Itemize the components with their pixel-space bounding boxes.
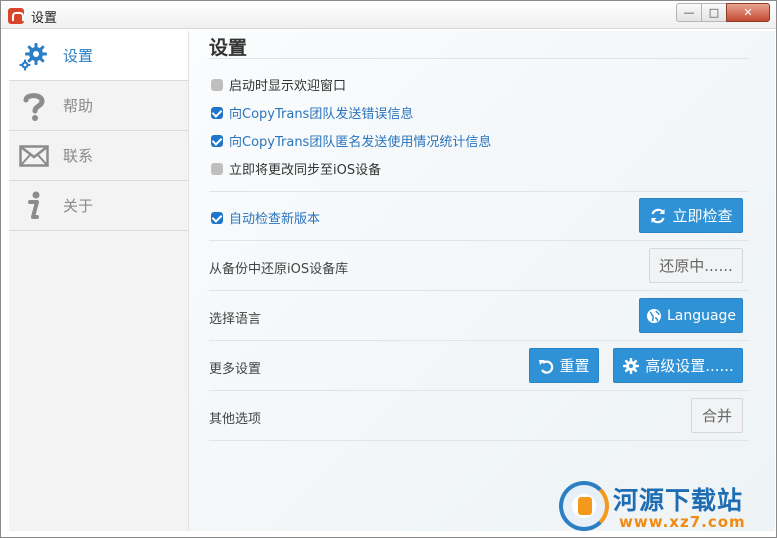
divider	[209, 390, 749, 391]
option-auto-check-updates[interactable]: 自动检查新版本	[211, 208, 320, 227]
settings-window: 设置 — □ ✕ 设置 帮助 联系 关于 设置 启动时显示欢迎窗口 向CopyT…	[0, 0, 777, 538]
watermark: 河源下载站 www.xz7.com	[553, 479, 773, 535]
divider	[209, 340, 749, 341]
language-button[interactable]: Language	[639, 298, 743, 333]
title-bar: 设置 — □ ✕	[1, 1, 776, 29]
sidebar-item-settings[interactable]: 设置	[9, 31, 188, 81]
language-label: 选择语言	[209, 312, 262, 327]
sidebar-item-label: 帮助	[63, 97, 94, 115]
option-send-stats[interactable]: 向CopyTrans团队匿名发送使用情况统计信息	[211, 131, 491, 150]
sidebar-item-label: 设置	[63, 47, 94, 65]
watermark-logo	[559, 481, 609, 531]
gear-icon	[17, 39, 51, 73]
undo-icon	[538, 358, 554, 374]
option-label: 自动检查新版本	[229, 212, 321, 227]
restore-button[interactable]: 还原中......	[649, 248, 743, 283]
option-label: 立即将更改同步至iOS设备	[229, 163, 382, 178]
checkbox[interactable]	[211, 211, 223, 224]
close-button[interactable]: ✕	[726, 3, 770, 22]
option-label: 向CopyTrans团队发送错误信息	[229, 107, 414, 122]
reset-button[interactable]: 重置	[529, 348, 599, 383]
checkbox[interactable]	[211, 106, 223, 119]
window-title: 设置	[31, 11, 58, 26]
checkbox[interactable]	[211, 78, 223, 91]
sidebar-item-contact[interactable]: 联系	[9, 131, 188, 181]
option-show-welcome[interactable]: 启动时显示欢迎窗口	[211, 75, 346, 94]
merge-button[interactable]: 合并	[691, 398, 743, 433]
page-title: 设置	[209, 37, 248, 59]
watermark-name: 河源下载站	[613, 486, 744, 515]
option-label: 向CopyTrans团队匿名发送使用情况统计信息	[229, 135, 492, 150]
sidebar-item-help[interactable]: 帮助	[9, 81, 188, 131]
sidebar-item-label: 联系	[63, 147, 94, 165]
question-icon	[17, 89, 51, 123]
sidebar-item-label: 关于	[63, 197, 94, 215]
refresh-icon	[649, 207, 667, 225]
button-label: 高级设置......	[645, 357, 734, 375]
advanced-settings-button[interactable]: 高级设置......	[613, 348, 743, 383]
restore-label: 从备份中还原iOS设备库	[209, 262, 349, 277]
checkbox[interactable]	[211, 134, 223, 147]
divider	[209, 440, 749, 441]
option-sync-ios[interactable]: 立即将更改同步至iOS设备	[211, 159, 381, 178]
window-controls: — □ ✕	[676, 3, 770, 22]
option-label: 启动时显示欢迎窗口	[229, 79, 347, 94]
divider	[209, 290, 749, 291]
watermark-url: www.xz7.com	[619, 513, 746, 531]
divider	[209, 58, 749, 59]
sidebar: 设置 帮助 联系 关于	[9, 31, 189, 531]
settings-panel: 设置 启动时显示欢迎窗口 向CopyTrans团队发送错误信息 向CopyTra…	[189, 31, 775, 531]
minimize-button[interactable]: —	[676, 3, 702, 22]
button-label: Language	[666, 307, 737, 324]
divider	[209, 191, 749, 192]
checkbox[interactable]	[211, 162, 223, 175]
more-settings-label: 更多设置	[209, 362, 262, 377]
globe-icon	[646, 308, 662, 324]
info-icon	[17, 189, 51, 223]
check-now-button[interactable]: 立即检查	[639, 198, 743, 233]
gear-icon	[622, 357, 640, 375]
sidebar-item-about[interactable]: 关于	[9, 181, 188, 231]
option-send-errors[interactable]: 向CopyTrans团队发送错误信息	[211, 103, 413, 122]
app-icon	[8, 8, 24, 24]
envelope-icon	[17, 139, 51, 173]
divider	[209, 240, 749, 241]
maximize-button[interactable]: □	[701, 3, 727, 22]
button-label: 立即检查	[672, 207, 733, 225]
button-label: 重置	[559, 357, 590, 375]
other-options-label: 其他选项	[209, 412, 262, 427]
